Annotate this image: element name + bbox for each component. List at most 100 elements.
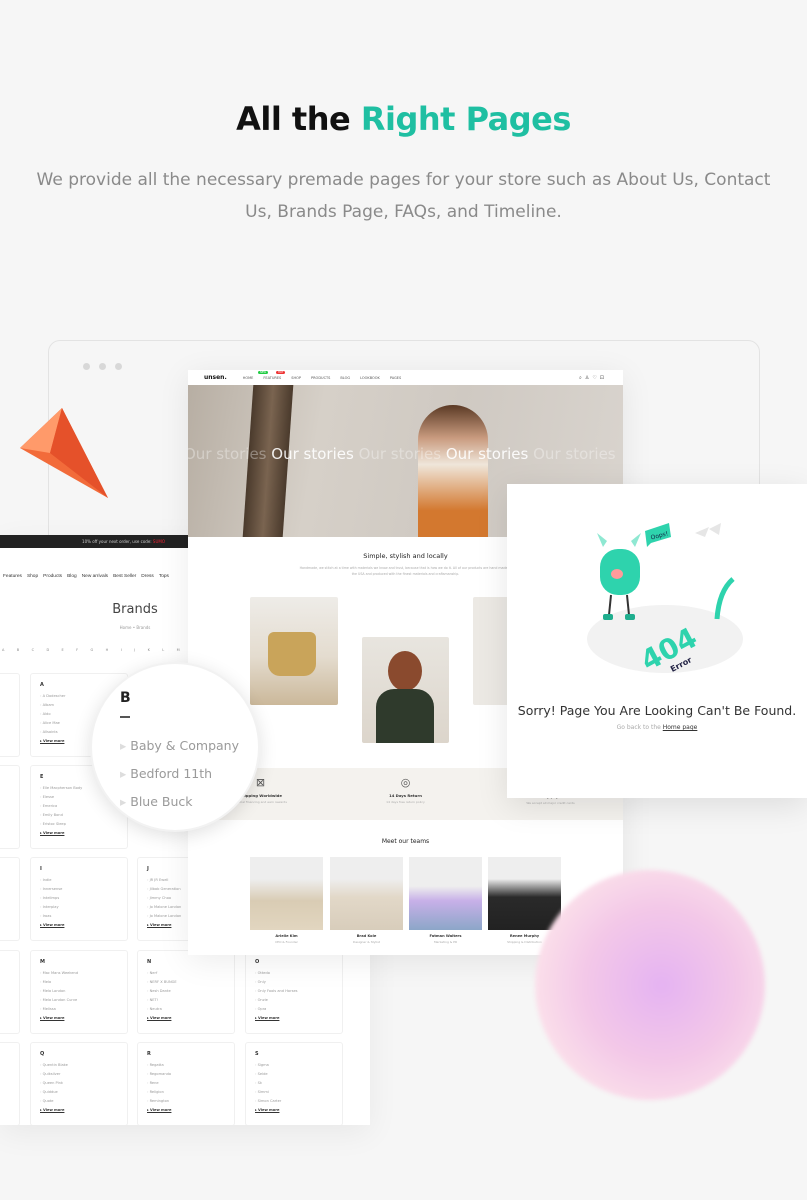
cart-icon[interactable]: ⊡ <box>600 375 607 381</box>
brand-link[interactable]: Only <box>255 980 333 984</box>
promo-code[interactable]: SUMO <box>153 539 165 544</box>
main-logo[interactable]: unsen. <box>204 374 227 381</box>
brand-card: N Nerf NERF X BUNGE Nesh Dante NET! Neutra ▸ V… <box>137 950 235 1034</box>
window-dot-icon <box>115 363 122 370</box>
brand-link[interactable]: Quentin Blake <box>40 1063 118 1067</box>
letter-filter-item[interactable]: K <box>148 648 150 652</box>
brand-link[interactable]: Mac Mans Weekend <box>40 971 118 975</box>
view-more-link[interactable]: ▸ View more <box>40 923 118 927</box>
view-more-link[interactable]: ▸ View more <box>255 1016 333 1020</box>
brand-link[interactable]: Sigma <box>255 1063 333 1067</box>
brand-link[interactable]: Baby & Company <box>120 738 239 753</box>
nav-item[interactable]: PAGES <box>390 376 401 380</box>
brand-link[interactable]: Sk <box>255 1081 333 1085</box>
brand-link[interactable]: Remington <box>147 1099 225 1103</box>
letter-filter-item[interactable]: L <box>162 648 164 652</box>
team-photo <box>409 857 482 930</box>
brand-link[interactable]: Opra <box>255 1007 333 1011</box>
letter-filter-item[interactable]: D <box>46 648 49 652</box>
brand-link[interactable]: Religion <box>147 1090 225 1094</box>
brand-link[interactable]: Mela <box>40 980 118 984</box>
team-member[interactable]: Fatman Walters Marketing & PR <box>409 857 482 944</box>
letter-filter-item[interactable]: E <box>62 648 64 652</box>
brand-link[interactable]: Indie <box>40 878 118 882</box>
brand-link[interactable]: Mela London Curve <box>40 998 118 1002</box>
brand-link[interactable]: Nerf <box>147 971 225 975</box>
brand-letter: I <box>40 866 42 872</box>
view-more-link[interactable]: ▸ View more <box>40 1108 118 1112</box>
brand-link[interactable]: Blue Buck <box>120 794 192 809</box>
brand-letter: S <box>255 1051 259 1057</box>
brand-card: S Sigma Selde Sk Simmi Simon Carter ▸ View mor… <box>245 1042 343 1125</box>
brand-link[interactable]: Innersense <box>40 887 118 891</box>
letter-filter-item[interactable]: C <box>32 648 34 652</box>
brand-link[interactable]: Eristoc Sleep <box>40 822 118 826</box>
letter-filter-item[interactable]: B <box>17 648 19 652</box>
letter-filter-item[interactable]: A <box>2 648 4 652</box>
brand-link[interactable]: Iroas <box>40 914 118 918</box>
magnifier-letter: B <box>120 690 131 706</box>
brand-link[interactable]: NERF X BUNGE <box>147 980 225 984</box>
brand-letter: A <box>40 682 44 688</box>
letter-filter-item[interactable]: F <box>76 648 78 652</box>
brand-link[interactable]: Quiksilver <box>40 1072 118 1076</box>
brand-link[interactable]: Rene <box>147 1081 225 1085</box>
brand-link[interactable]: Regomando <box>147 1072 225 1076</box>
letter-filter-item[interactable]: G <box>91 648 94 652</box>
brand-link[interactable]: NET! <box>147 998 225 1002</box>
feature-item: ◎ 14 Days Return 14 days free return polic… <box>333 768 478 820</box>
brand-link[interactable]: Interplay <box>40 905 118 909</box>
nav-item[interactable]: LOOKBOOK <box>360 376 380 380</box>
letter-filter-item[interactable]: M <box>177 648 180 652</box>
view-more-link[interactable]: ▸ View more <box>40 1016 118 1020</box>
nav-item[interactable]: Shop <box>27 574 38 579</box>
brand-link[interactable]: Quote <box>40 1099 118 1103</box>
section-description: Handmade, we stitch at a time with mater… <box>299 566 512 576</box>
team-member[interactable]: Brad Kole Designer & Stylist <box>330 857 403 944</box>
letter-filter-item[interactable]: J <box>134 648 135 652</box>
nav-item[interactable]: Best Seller <box>113 574 136 579</box>
brand-link[interactable]: Ottedo <box>255 971 333 975</box>
nav-item[interactable]: Tops <box>159 574 169 579</box>
brand-link[interactable]: Queen Pink <box>40 1081 118 1085</box>
nav-item[interactable]: FEATURES <box>263 376 281 380</box>
window-dot-icon <box>83 363 90 370</box>
brand-link[interactable]: Neutra <box>147 1007 225 1011</box>
nav-item[interactable]: Blog <box>67 574 77 579</box>
heart-icon[interactable]: ♡ <box>592 375 599 381</box>
team-member[interactable]: Arielle Kim CEO & Founder <box>250 857 323 944</box>
brand-link[interactable]: Selde <box>255 1072 333 1076</box>
nav-item[interactable]: Products <box>43 574 62 579</box>
nav-item[interactable]: PRODUCTS <box>311 376 330 380</box>
divider <box>120 716 130 718</box>
brand-link[interactable]: Nesh Dante <box>147 989 225 993</box>
bag-product-image[interactable] <box>250 597 338 705</box>
home-page-link[interactable]: Home page <box>663 724 698 731</box>
brand-link[interactable]: Onzie <box>255 998 333 1002</box>
brand-link[interactable]: Melissa <box>40 1007 118 1011</box>
brand-link[interactable]: Intelimps <box>40 896 118 900</box>
nav-item[interactable]: New arrivals <box>82 574 108 579</box>
nav-item[interactable]: BLOG <box>340 376 350 380</box>
brand-link[interactable]: Simmi <box>255 1090 333 1094</box>
brand-link[interactable]: Mela London <box>40 989 118 993</box>
brand-link[interactable]: Only Fools and Horses <box>255 989 333 993</box>
view-more-link[interactable]: ▸ View more <box>40 831 118 835</box>
view-more-link[interactable]: ▸ View more <box>147 1108 225 1112</box>
view-more-link[interactable]: ▸ View more <box>147 1016 225 1020</box>
nav-item[interactable]: SHOP <box>291 376 301 380</box>
letter-filter-item[interactable]: H <box>106 648 109 652</box>
brand-card: O Ottedo Only Only Fools and Horses Onzie Opr… <box>245 950 343 1034</box>
brand-link[interactable]: Emily Bond <box>40 813 118 817</box>
brand-link[interactable]: Bedford 11th <box>120 766 212 781</box>
brand-link[interactable]: Quiddue <box>40 1090 118 1094</box>
nav-item[interactable]: HOME <box>243 376 254 380</box>
nav-item[interactable]: Features <box>3 574 22 579</box>
brand-link[interactable]: Regatta <box>147 1063 225 1067</box>
model-product-image[interactable] <box>362 637 449 743</box>
letter-filter-item[interactable]: I <box>121 648 122 652</box>
nav-item[interactable]: Dress <box>141 574 154 579</box>
view-more-link[interactable]: ▸ View more <box>255 1108 333 1112</box>
brand-link[interactable]: Simon Carter <box>255 1099 333 1103</box>
brand-link[interactable]: Emerica <box>40 804 118 808</box>
